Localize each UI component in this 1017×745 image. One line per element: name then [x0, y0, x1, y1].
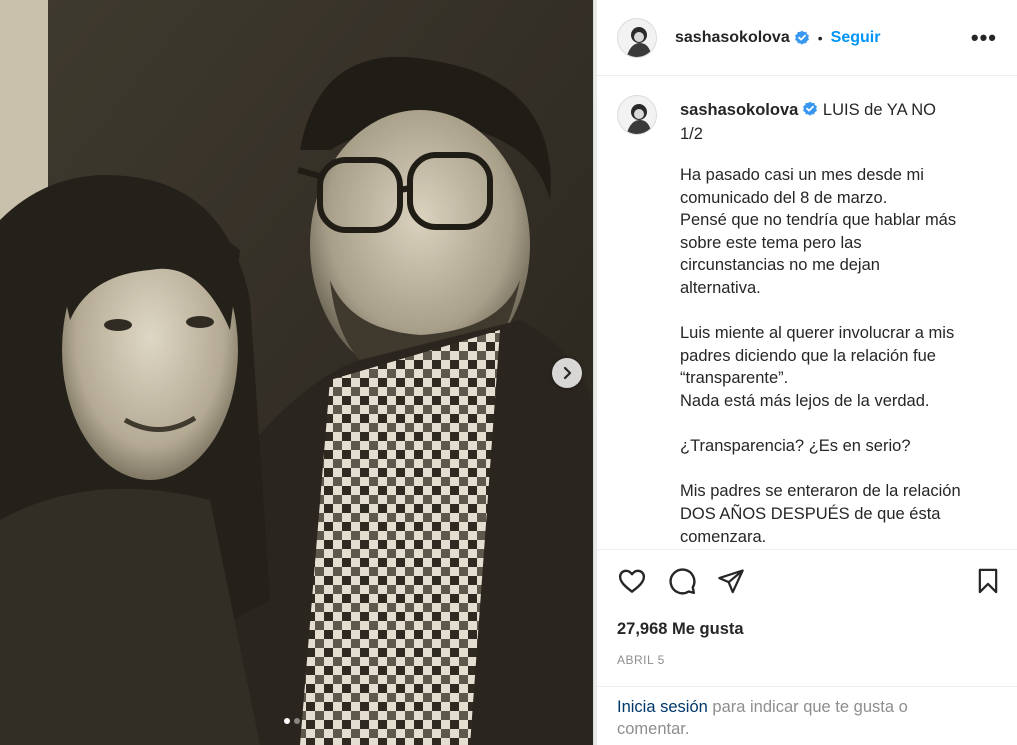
bookmark-icon	[978, 568, 998, 594]
login-divider	[597, 686, 1017, 687]
caption-line: Pensé que no tendría que hablar más	[680, 211, 957, 230]
post-side-panel: sashasokolova • Seguir ••• sashasokolova…	[597, 0, 1017, 745]
avatar-image	[618, 96, 656, 134]
chevron-right-icon	[563, 366, 572, 380]
caption-line: Mis padres se enteraron de la relación	[680, 482, 961, 501]
caption-line: DOS AÑOS DESPUÉS de que ésta	[680, 504, 941, 523]
more-options-icon: •••	[970, 24, 997, 50]
like-button[interactable]	[617, 566, 647, 601]
heart-icon	[618, 569, 646, 593]
save-button[interactable]	[974, 566, 1002, 601]
caption-text: Ha pasado casi un mes desde mi comunicado…	[680, 164, 1000, 548]
caption-title: LUIS de YA NO	[822, 101, 937, 119]
send-icon	[718, 569, 744, 594]
caption-line: comunicado del 8 de marzo.	[680, 188, 888, 207]
caption-line: circunstancias no me dejan	[680, 256, 880, 275]
caption-line: Nada está más lejos de la verdad.	[680, 391, 930, 410]
like-count[interactable]: 27,968 Me gusta	[617, 620, 744, 639]
avatar-image	[618, 18, 656, 57]
caption-header: sashasokolova LUIS de YA NO 1/2	[680, 98, 1000, 146]
login-prompt: Inicia sesión para indicar que te gusta …	[617, 696, 947, 740]
action-bar	[617, 566, 1002, 600]
actions-divider	[597, 549, 1017, 550]
avatar[interactable]	[617, 17, 657, 58]
post-header: sashasokolova • Seguir •••	[597, 0, 1017, 76]
next-slide-button[interactable]	[552, 358, 582, 388]
caption-line: Luis miente al querer involucrar a mis	[680, 324, 955, 343]
caption-line: sobre este tema pero las	[680, 233, 862, 252]
share-button[interactable]	[717, 566, 745, 601]
verified-badge-icon	[794, 30, 809, 45]
comment-button[interactable]	[667, 566, 697, 601]
carousel-dot	[294, 718, 300, 724]
caption-line: ¿Transparencia? ¿Es en serio?	[680, 437, 911, 456]
caption-subtitle: 1/2	[680, 125, 703, 143]
caption-username[interactable]: sashasokolova	[680, 101, 798, 119]
follow-button[interactable]: Seguir	[831, 29, 881, 47]
login-link[interactable]: Inicia sesión	[617, 698, 708, 716]
verified-badge-icon	[803, 101, 818, 116]
caption-line: “transparente”.	[680, 369, 789, 388]
post-photo[interactable]	[0, 0, 593, 745]
post-date: ABRIL 5	[617, 653, 665, 667]
header-username[interactable]: sashasokolova	[675, 29, 790, 47]
caption-line: comenzara.	[680, 527, 767, 546]
caption-scroll-area[interactable]: sashasokolova LUIS de YA NO 1/2 Ha pasad…	[597, 77, 1017, 549]
carousel-dot	[284, 718, 290, 724]
more-options-button[interactable]: •••	[971, 25, 997, 51]
comment-icon	[669, 568, 696, 595]
carousel-indicator	[284, 718, 300, 724]
caption-line: padres diciendo que la relación fue	[680, 346, 936, 365]
caption-avatar[interactable]	[617, 95, 657, 135]
header-separator: •	[817, 29, 823, 46]
caption-line: alternativa.	[680, 278, 761, 297]
caption-line: Ha pasado casi un mes desde mi	[680, 166, 924, 184]
photo-image	[0, 0, 593, 745]
